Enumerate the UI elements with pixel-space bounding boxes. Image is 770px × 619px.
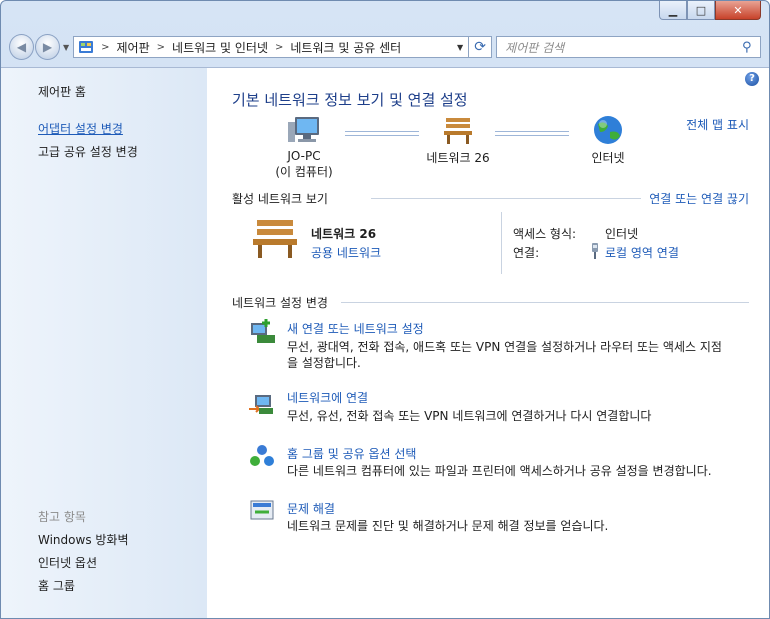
- change-settings-header: 네트워크 설정 변경: [232, 296, 328, 310]
- computer-icon: [288, 117, 319, 142]
- search-icon[interactable]: ⚲: [742, 40, 760, 55]
- network-bench-icon: [253, 220, 297, 258]
- task-new-connection-desc-2: 을 설정합니다.: [287, 356, 361, 370]
- sidebar: 제어판 홈 어댑터 설정 변경 고급 공유 설정 변경 참고 항목 Window…: [1, 68, 207, 618]
- map-this-computer[interactable]: JO-PC (이 컴퓨터): [259, 114, 349, 180]
- maximize-icon: □: [695, 3, 707, 17]
- minimize-icon: ▁: [668, 3, 678, 17]
- task-connect-network-desc: 무선, 유선, 전화 접속 또는 VPN 네트워크에 연결하거나 다시 연결합니…: [287, 409, 652, 423]
- search-box[interactable]: 제어판 검색 ⚲: [496, 36, 761, 58]
- map-internet-label: 인터넷: [591, 151, 625, 165]
- vertical-divider: [501, 212, 502, 274]
- active-networks-header: 활성 네트워크 보기: [232, 190, 328, 207]
- forward-button[interactable]: ▶: [34, 34, 60, 60]
- access-type-label: 액세스 형식:: [513, 227, 577, 241]
- window: ▁ □ ✕ ◀ ▶ ▼ > 제어판 > 네트워크 및 인터넷 > 네트워크 및 …: [0, 0, 770, 619]
- map-connection-line: [495, 131, 569, 136]
- close-icon: ✕: [733, 3, 743, 17]
- map-internet[interactable]: 인터넷: [563, 114, 653, 166]
- homegroup-icon: [250, 445, 274, 466]
- network-type-link[interactable]: 공용 네트워크: [311, 244, 381, 261]
- close-button[interactable]: ✕: [715, 1, 761, 20]
- breadcrumb-control-panel[interactable]: 제어판: [117, 39, 150, 56]
- local-area-connection-link[interactable]: 로컬 영역 연결: [605, 244, 679, 261]
- active-network-name: 네트워크 26: [311, 227, 377, 241]
- page-title: 기본 네트워크 정보 보기 및 연결 설정: [232, 91, 468, 109]
- see-also-homegroup[interactable]: 홈 그룹: [38, 577, 75, 594]
- globe-icon: [594, 116, 622, 144]
- bench-icon: [444, 118, 472, 144]
- back-arrow-icon: ◀: [16, 40, 27, 54]
- active-networks-title: 활성 네트워크 보기: [232, 192, 328, 206]
- map-network-name: 네트워크 26: [426, 151, 490, 165]
- see-also-header: 참고 항목: [38, 510, 86, 524]
- recent-pages-dropdown[interactable]: ▼: [63, 43, 69, 52]
- breadcrumb-separator[interactable]: >: [275, 42, 283, 53]
- window-controls: ▁ □ ✕: [659, 1, 761, 20]
- full-map-link[interactable]: 전체 맵 표시: [686, 116, 749, 133]
- help-icon[interactable]: ?: [745, 72, 759, 86]
- title-bar: ▁ □ ✕: [1, 1, 769, 29]
- section-divider: [341, 302, 749, 303]
- map-pc-sub: (이 컴퓨터): [275, 165, 333, 179]
- content-area: 제어판 홈 어댑터 설정 변경 고급 공유 설정 변경 참고 항목 Window…: [1, 67, 769, 618]
- forward-arrow-icon: ▶: [42, 40, 53, 54]
- connect-disconnect-link[interactable]: 연결 또는 연결 끊기: [649, 190, 749, 207]
- back-button[interactable]: ◀: [9, 34, 34, 60]
- sidebar-item-advanced-sharing[interactable]: 고급 공유 설정 변경: [38, 143, 138, 160]
- control-panel-icon: [79, 41, 94, 53]
- maximize-button[interactable]: □: [687, 1, 715, 20]
- troubleshoot-icon: [250, 500, 274, 520]
- section-divider: [371, 198, 641, 199]
- map-connection-line: [345, 131, 419, 136]
- address-bar[interactable]: > 제어판 > 네트워크 및 인터넷 > 네트워크 및 공유 센터 ▼: [73, 36, 470, 58]
- breadcrumb-separator[interactable]: >: [157, 42, 165, 53]
- task-new-connection-link[interactable]: 새 연결 또는 네트워크 설정: [287, 320, 424, 337]
- map-pc-name: JO-PC: [287, 149, 321, 163]
- refresh-button[interactable]: ⟳: [469, 36, 493, 58]
- connect-network-icon: [249, 395, 273, 414]
- map-network[interactable]: 네트워크 26: [413, 114, 503, 166]
- address-dropdown-icon[interactable]: ▼: [452, 43, 468, 52]
- minimize-button[interactable]: ▁: [659, 1, 687, 20]
- breadcrumb-network-sharing-center[interactable]: 네트워크 및 공유 센터: [290, 39, 401, 56]
- access-type-value: 인터넷: [605, 227, 639, 241]
- sidebar-control-panel-home[interactable]: 제어판 홈: [38, 83, 86, 100]
- see-also-internet-options[interactable]: 인터넷 옵션: [38, 554, 97, 571]
- see-also-windows-firewall[interactable]: Windows 방화벽: [38, 531, 129, 548]
- task-connect-network-link[interactable]: 네트워크에 연결: [287, 389, 368, 406]
- new-connection-icon: [251, 319, 275, 343]
- breadcrumb-separator[interactable]: >: [101, 42, 109, 53]
- sidebar-item-adapter-settings[interactable]: 어댑터 설정 변경: [38, 120, 123, 137]
- main-panel: ? 기본 네트워크 정보 보기 및 연결 설정 전체 맵 표시 JO-PC (이…: [207, 68, 769, 618]
- breadcrumb-network-internet[interactable]: 네트워크 및 인터넷: [172, 39, 268, 56]
- ethernet-icon: [589, 243, 601, 262]
- search-input[interactable]: 제어판 검색: [505, 39, 742, 56]
- task-troubleshoot-desc: 네트워크 문제를 진단 및 해결하거나 문제 해결 정보를 얻습니다.: [287, 519, 609, 533]
- refresh-icon: ⟳: [474, 39, 486, 55]
- navigation-bar: ◀ ▶ ▼ > 제어판 > 네트워크 및 인터넷 > 네트워크 및 공유 센터 …: [9, 33, 761, 61]
- connection-label: 연결:: [513, 246, 540, 260]
- task-homegroup-desc: 다른 네트워크 컴퓨터에 있는 파일과 프린터에 액세스하거나 공유 설정을 변…: [287, 464, 712, 478]
- task-homegroup-link[interactable]: 홈 그룹 및 공유 옵션 선택: [287, 445, 416, 462]
- task-troubleshoot-link[interactable]: 문제 해결: [287, 500, 335, 517]
